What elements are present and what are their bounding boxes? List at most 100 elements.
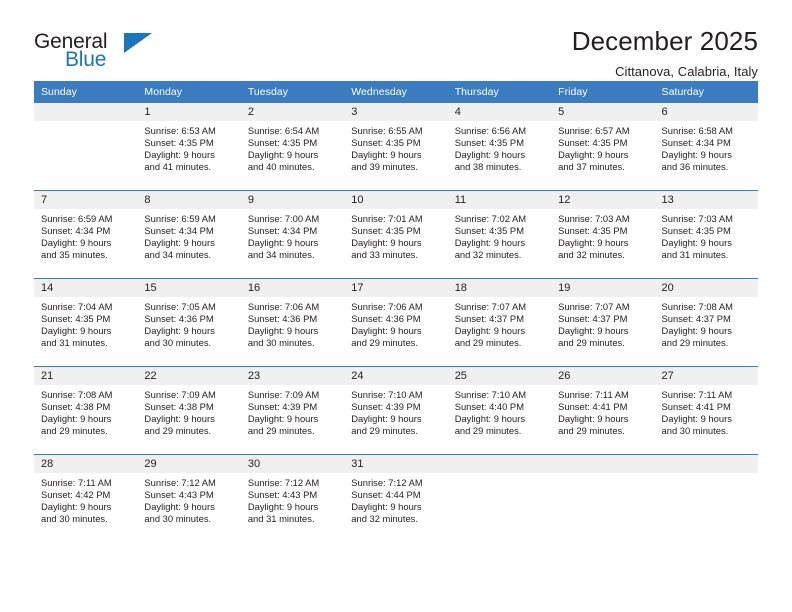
calendar-day-cell[interactable]: 7 Sunrise: 6:59 AM Sunset: 4:34 PM Daylight… (34, 190, 138, 279)
day-number: 16 (240, 279, 345, 297)
sunrise-text: Sunrise: 7:05 AM (144, 301, 216, 312)
calendar-week-row: 28 Sunrise: 7:11 AM Sunset: 4:42 PM Dayligh… (34, 454, 758, 542)
calendar-day-cell[interactable]: 5 Sunrise: 6:57 AM Sunset: 4:35 PM Daylight… (551, 103, 655, 191)
weekday-header-thursday: Thursday (447, 81, 552, 103)
day-number (34, 103, 138, 121)
daylight-text-line1: Daylight: 9 hours (144, 237, 215, 249)
day-number: 6 (654, 103, 758, 121)
day-cell-inner: 9 Sunrise: 7:00 AM Sunset: 4:34 PM Daylight… (240, 191, 345, 278)
calendar-day-cell[interactable]: 16 Sunrise: 7:06 AM Sunset: 4:36 PM Dayligh… (240, 278, 345, 367)
daylight-text-line1: Daylight: 9 hours (661, 149, 732, 161)
daylight-text-line2: and 32 minutes. (454, 249, 522, 261)
day-cell-inner: 3 Sunrise: 6:55 AM Sunset: 4:35 PM Daylight… (344, 103, 448, 190)
day-details: Sunrise: 7:01 AM Sunset: 4:35 PM Daylight:… (344, 209, 447, 261)
calendar-week-row: 14 Sunrise: 7:04 AM Sunset: 4:35 PM Dayligh… (34, 278, 758, 367)
weekday-header-friday: Friday (551, 81, 655, 103)
calendar-day-cell[interactable]: 12 Sunrise: 7:03 AM Sunset: 4:35 PM Dayligh… (551, 190, 655, 279)
calendar-day-cell[interactable]: 21 Sunrise: 7:08 AM Sunset: 4:38 PM Dayligh… (34, 366, 138, 455)
day-cell-inner: 29 Sunrise: 7:12 AM Sunset: 4:43 PM Dayligh… (137, 455, 241, 542)
daylight-text-line2: and 34 minutes. (144, 249, 212, 261)
sunrise-text: Sunrise: 6:59 AM (41, 213, 113, 224)
day-number: 26 (551, 367, 655, 385)
sunrise-text: Sunrise: 7:11 AM (41, 477, 112, 488)
calendar-day-cell[interactable]: 9 Sunrise: 7:00 AM Sunset: 4:34 PM Daylight… (240, 190, 345, 279)
calendar-day-cell[interactable]: 29 Sunrise: 7:12 AM Sunset: 4:43 PM Dayligh… (137, 454, 241, 542)
calendar-day-cell[interactable]: 22 Sunrise: 7:09 AM Sunset: 4:38 PM Dayligh… (137, 366, 241, 455)
sunrise-text: Sunrise: 7:08 AM (661, 301, 733, 312)
calendar-day-cell[interactable]: 30 Sunrise: 7:12 AM Sunset: 4:43 PM Dayligh… (240, 454, 345, 542)
calendar-day-cell[interactable]: 11 Sunrise: 7:02 AM Sunset: 4:35 PM Dayligh… (447, 190, 552, 279)
day-details: Sunrise: 6:57 AM Sunset: 4:35 PM Daylight:… (551, 121, 654, 173)
calendar-day-cell[interactable]: 31 Sunrise: 7:12 AM Sunset: 4:44 PM Dayligh… (344, 454, 448, 542)
day-details: Sunrise: 7:10 AM Sunset: 4:39 PM Daylight:… (344, 385, 447, 437)
day-cell-inner: 31 Sunrise: 7:12 AM Sunset: 4:44 PM Dayligh… (344, 455, 448, 542)
daylight-text-line1: Daylight: 9 hours (454, 413, 526, 425)
calendar-day-cell[interactable]: 15 Sunrise: 7:05 AM Sunset: 4:36 PM Dayligh… (137, 278, 241, 367)
sunset-text: Sunset: 4:35 PM (558, 225, 628, 237)
daylight-text-line1: Daylight: 9 hours (247, 325, 319, 337)
calendar-day-cell[interactable]: 18 Sunrise: 7:07 AM Sunset: 4:37 PM Dayligh… (447, 278, 552, 367)
day-cell-inner: 6 Sunrise: 6:58 AM Sunset: 4:34 PM Daylight… (654, 103, 758, 190)
daylight-text-line2: and 32 minutes. (558, 249, 625, 261)
calendar-day-cell[interactable]: 14 Sunrise: 7:04 AM Sunset: 4:35 PM Dayligh… (34, 278, 138, 367)
day-details: Sunrise: 7:09 AM Sunset: 4:39 PM Daylight:… (241, 385, 344, 437)
calendar-day-cell[interactable]: 10 Sunrise: 7:01 AM Sunset: 4:35 PM Dayligh… (344, 190, 448, 279)
day-cell-inner: 19 Sunrise: 7:07 AM Sunset: 4:37 PM Dayligh… (551, 279, 655, 366)
calendar-day-cell-empty (34, 103, 138, 191)
calendar-header-row: Sunday Monday Tuesday Wednesday Thursday Frid… (34, 81, 758, 103)
daylight-text-line2: and 30 minutes. (144, 337, 212, 349)
calendar-day-cell[interactable]: 23 Sunrise: 7:09 AM Sunset: 4:39 PM Dayligh… (240, 366, 345, 455)
day-number: 25 (447, 367, 552, 385)
day-cell-inner (654, 455, 758, 542)
calendar-day-cell[interactable]: 28 Sunrise: 7:11 AM Sunset: 4:42 PM Dayligh… (34, 454, 138, 542)
calendar-day-cell[interactable]: 13 Sunrise: 7:03 AM Sunset: 4:35 PM Dayligh… (654, 190, 758, 279)
calendar-day-cell[interactable]: 25 Sunrise: 7:10 AM Sunset: 4:40 PM Dayligh… (447, 366, 552, 455)
page-title: December 2025 (571, 26, 758, 56)
triangle-logo-icon (124, 33, 152, 53)
daylight-text-line1: Daylight: 9 hours (144, 325, 215, 337)
daylight-text-line1: Daylight: 9 hours (454, 149, 526, 161)
daylight-text-line1: Daylight: 9 hours (661, 237, 732, 249)
calendar-day-cell[interactable]: 2 Sunrise: 6:54 AM Sunset: 4:35 PM Daylight… (240, 103, 345, 191)
calendar-day-cell[interactable]: 1 Sunrise: 6:53 AM Sunset: 4:35 PM Daylight… (137, 103, 241, 191)
daylight-text-line1: Daylight: 9 hours (351, 325, 422, 337)
calendar-week-row: 21 Sunrise: 7:08 AM Sunset: 4:38 PM Dayligh… (34, 366, 758, 455)
calendar-day-cell[interactable]: 26 Sunrise: 7:11 AM Sunset: 4:41 PM Dayligh… (551, 366, 655, 455)
calendar-week-row: 1 Sunrise: 6:53 AM Sunset: 4:35 PM Daylight… (34, 103, 758, 191)
sunrise-text: Sunrise: 6:59 AM (144, 213, 216, 224)
day-details: Sunrise: 7:11 AM Sunset: 4:42 PM Daylight:… (34, 473, 137, 525)
calendar-day-cell[interactable]: 8 Sunrise: 6:59 AM Sunset: 4:34 PM Daylight… (137, 190, 241, 279)
day-number (447, 455, 552, 473)
sunset-text: Sunset: 4:38 PM (144, 401, 214, 413)
sunset-text: Sunset: 4:37 PM (454, 313, 524, 325)
sunset-text: Sunset: 4:39 PM (247, 401, 318, 413)
sunset-text: Sunset: 4:42 PM (41, 489, 111, 501)
day-number: 31 (344, 455, 448, 473)
sunrise-text: Sunrise: 7:00 AM (247, 213, 320, 224)
daylight-text-line2: and 31 minutes. (247, 513, 315, 525)
calendar-day-cell[interactable]: 4 Sunrise: 6:56 AM Sunset: 4:35 PM Daylight… (447, 103, 552, 191)
day-number: 17 (344, 279, 448, 297)
calendar-day-cell[interactable]: 20 Sunrise: 7:08 AM Sunset: 4:37 PM Dayligh… (654, 278, 758, 367)
day-cell-inner: 20 Sunrise: 7:08 AM Sunset: 4:37 PM Dayligh… (654, 279, 758, 366)
calendar-day-cell[interactable]: 17 Sunrise: 7:06 AM Sunset: 4:36 PM Dayligh… (344, 278, 448, 367)
day-number: 23 (240, 367, 345, 385)
day-number: 22 (137, 367, 241, 385)
calendar-day-cell[interactable]: 19 Sunrise: 7:07 AM Sunset: 4:37 PM Dayligh… (551, 278, 655, 367)
sunrise-text: Sunrise: 7:09 AM (144, 389, 216, 400)
calendar-day-cell[interactable]: 3 Sunrise: 6:55 AM Sunset: 4:35 PM Daylight… (344, 103, 448, 191)
sunset-text: Sunset: 4:36 PM (144, 313, 214, 325)
weekday-header-saturday: Saturday (654, 81, 758, 103)
daylight-text-line2: and 29 minutes. (144, 425, 212, 437)
brand-logo[interactable]: General Blue (34, 28, 154, 74)
calendar-day-cell[interactable]: 24 Sunrise: 7:10 AM Sunset: 4:39 PM Dayligh… (344, 366, 448, 455)
calendar-day-cell[interactable]: 6 Sunrise: 6:58 AM Sunset: 4:34 PM Daylight… (654, 103, 758, 191)
sunset-text: Sunset: 4:34 PM (661, 137, 731, 149)
day-cell-inner (447, 455, 552, 542)
day-cell-inner: 11 Sunrise: 7:02 AM Sunset: 4:35 PM Dayligh… (447, 191, 552, 278)
sunset-text: Sunset: 4:34 PM (41, 225, 111, 237)
day-details: Sunrise: 6:59 AM Sunset: 4:34 PM Daylight:… (34, 209, 137, 261)
day-details: Sunrise: 7:12 AM Sunset: 4:43 PM Daylight:… (241, 473, 344, 525)
sunrise-text: Sunrise: 6:55 AM (351, 125, 423, 136)
calendar-day-cell[interactable]: 27 Sunrise: 7:11 AM Sunset: 4:41 PM Dayligh… (654, 366, 758, 455)
